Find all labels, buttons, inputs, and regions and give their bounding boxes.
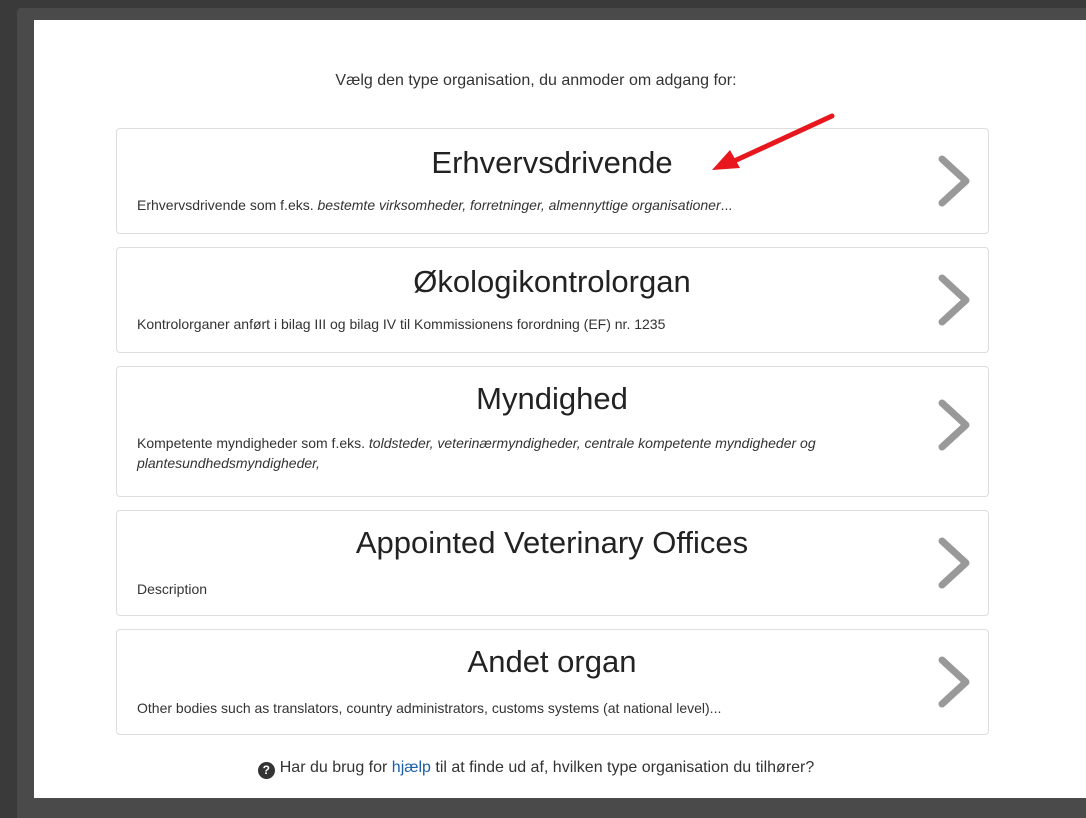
card-erhvervsdrivende[interactable]: Erhvervsdrivende Erhvervsdrivende som f.… (116, 128, 989, 234)
organisation-type-panel: Vælg den type organisation, du anmoder o… (34, 20, 1086, 798)
card-title: Økologikontrolorgan (413, 264, 691, 299)
chevron-right-icon (938, 274, 970, 326)
card-okologikontrolorgan[interactable]: Økologikontrolorgan Kontrolorganer anfør… (116, 247, 989, 353)
chevron-right-icon (938, 155, 970, 207)
chevron-right-icon (938, 399, 970, 451)
card-description: Kontrolorganer anført i bilag III og bil… (137, 316, 666, 332)
card-description: Erhvervsdrivende som f.eks. bestemte vir… (137, 197, 733, 213)
card-title: Appointed Veterinary Offices (355, 525, 749, 560)
question-circle-icon: ? (257, 762, 275, 779)
annotation-arrow-icon (712, 113, 835, 170)
card-description: Description (137, 581, 208, 597)
chevron-right-icon (938, 656, 970, 708)
card-description: Kompetente myndigheder som f.eks. toldst… (137, 435, 816, 471)
page-heading: Vælg den type organisation, du anmoder o… (335, 72, 737, 89)
card-appointed-veterinary-offices[interactable]: Appointed Veterinary Offices Description (116, 510, 989, 616)
help-footer: ? Har du brug for hjælp til at finde ud a… (34, 759, 1038, 779)
card-myndighed[interactable]: Myndighed Kompetente myndigheder som f.e… (116, 366, 989, 497)
help-link[interactable]: hjælp (392, 759, 431, 776)
card-title: Myndighed (476, 381, 628, 416)
card-title: Erhvervsdrivende (431, 145, 673, 180)
card-andet-organ[interactable]: Andet organ Other bodies such as transla… (116, 629, 989, 735)
card-title: Andet organ (467, 644, 637, 679)
chevron-right-icon (938, 537, 970, 589)
card-description: Other bodies such as translators, countr… (137, 700, 722, 716)
